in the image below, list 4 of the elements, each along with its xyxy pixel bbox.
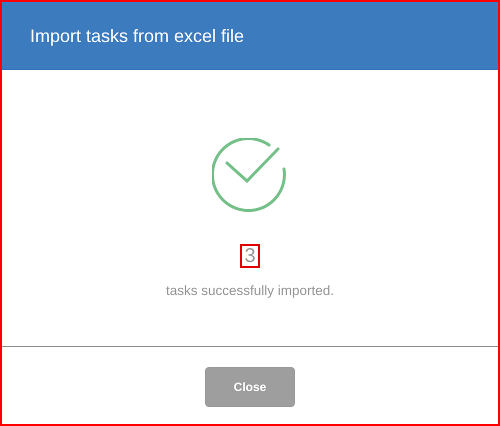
dialog-title: Import tasks from excel file	[30, 26, 244, 46]
success-message: tasks successfully imported.	[166, 283, 334, 298]
check-circle-icon	[212, 138, 288, 214]
task-count: 3	[240, 244, 260, 268]
